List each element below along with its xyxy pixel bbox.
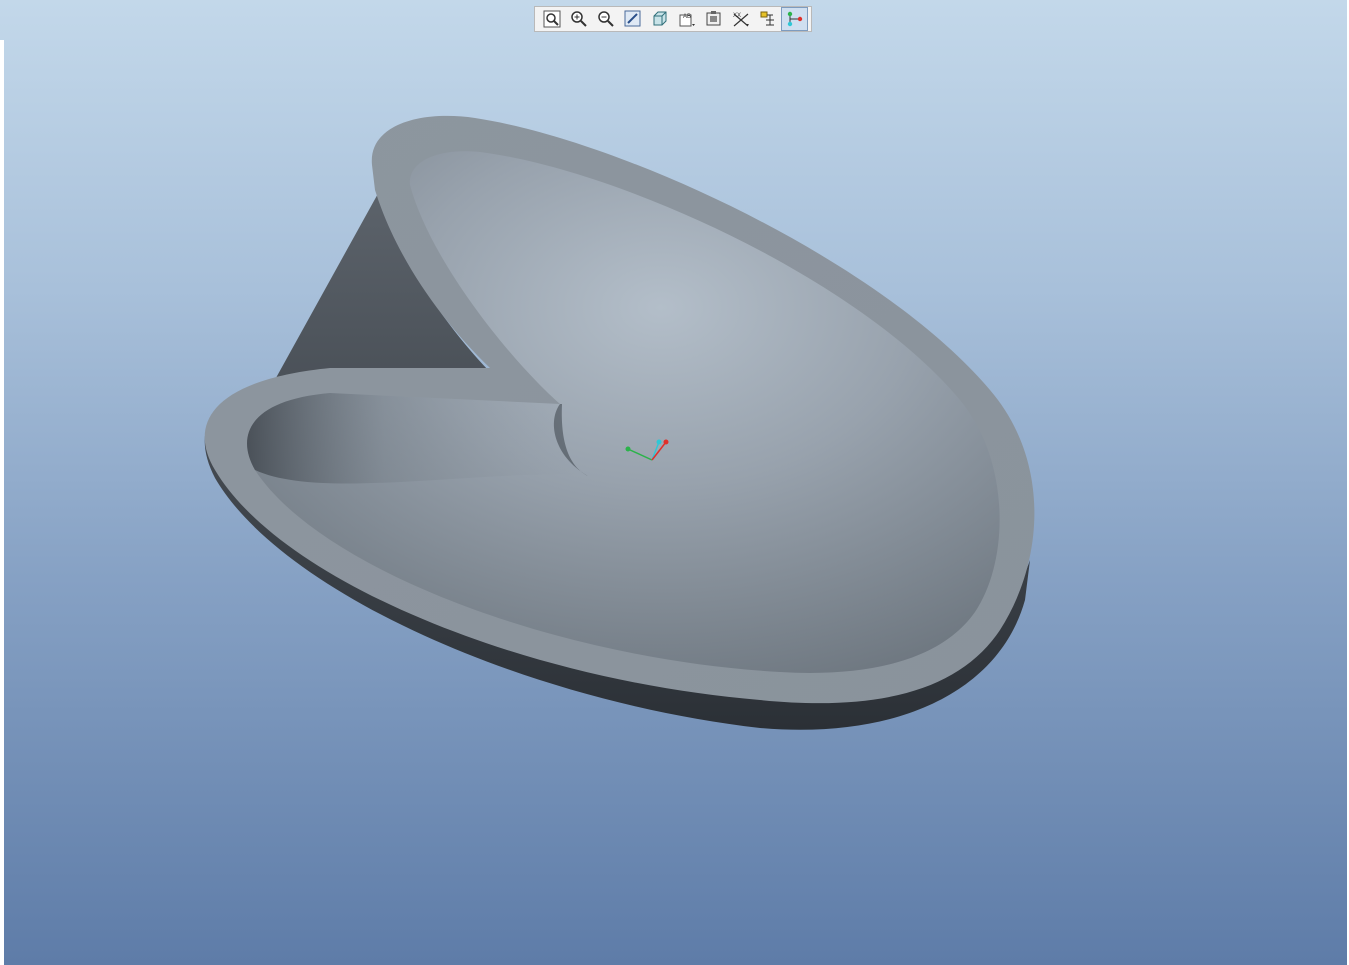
zoom-out-icon: [597, 11, 614, 27]
view-toolbar: AB XX: [534, 6, 812, 32]
repaint-button[interactable]: [619, 7, 646, 31]
svg-text:AB: AB: [683, 14, 691, 20]
view-manager-button[interactable]: [700, 7, 727, 31]
svg-text:XX: XX: [733, 13, 741, 19]
refit-button[interactable]: [538, 7, 565, 31]
zoom-in-button[interactable]: [565, 7, 592, 31]
saved-views-icon: AB: [679, 14, 695, 27]
saved-views-button[interactable]: AB: [673, 7, 700, 31]
left-lobe-shading: [247, 393, 591, 484]
datum-display-icon: XX: [733, 13, 749, 27]
spin-center-button[interactable]: [781, 7, 808, 31]
zoom-in-icon: [570, 11, 587, 27]
spin-center-icon: [787, 11, 802, 27]
view-manager-icon: [706, 11, 720, 26]
annotation-display-icon: [760, 11, 774, 26]
model-view[interactable]: [0, 0, 1349, 965]
repaint-icon: [624, 10, 640, 27]
display-style-icon: [653, 11, 666, 26]
refit-icon: [543, 10, 560, 28]
zoom-out-button[interactable]: [592, 7, 619, 31]
graphics-viewport[interactable]: AB XX: [0, 0, 1349, 965]
datum-display-button[interactable]: XX: [727, 7, 754, 31]
annotation-display-button[interactable]: [754, 7, 781, 31]
display-style-button[interactable]: [646, 7, 673, 31]
